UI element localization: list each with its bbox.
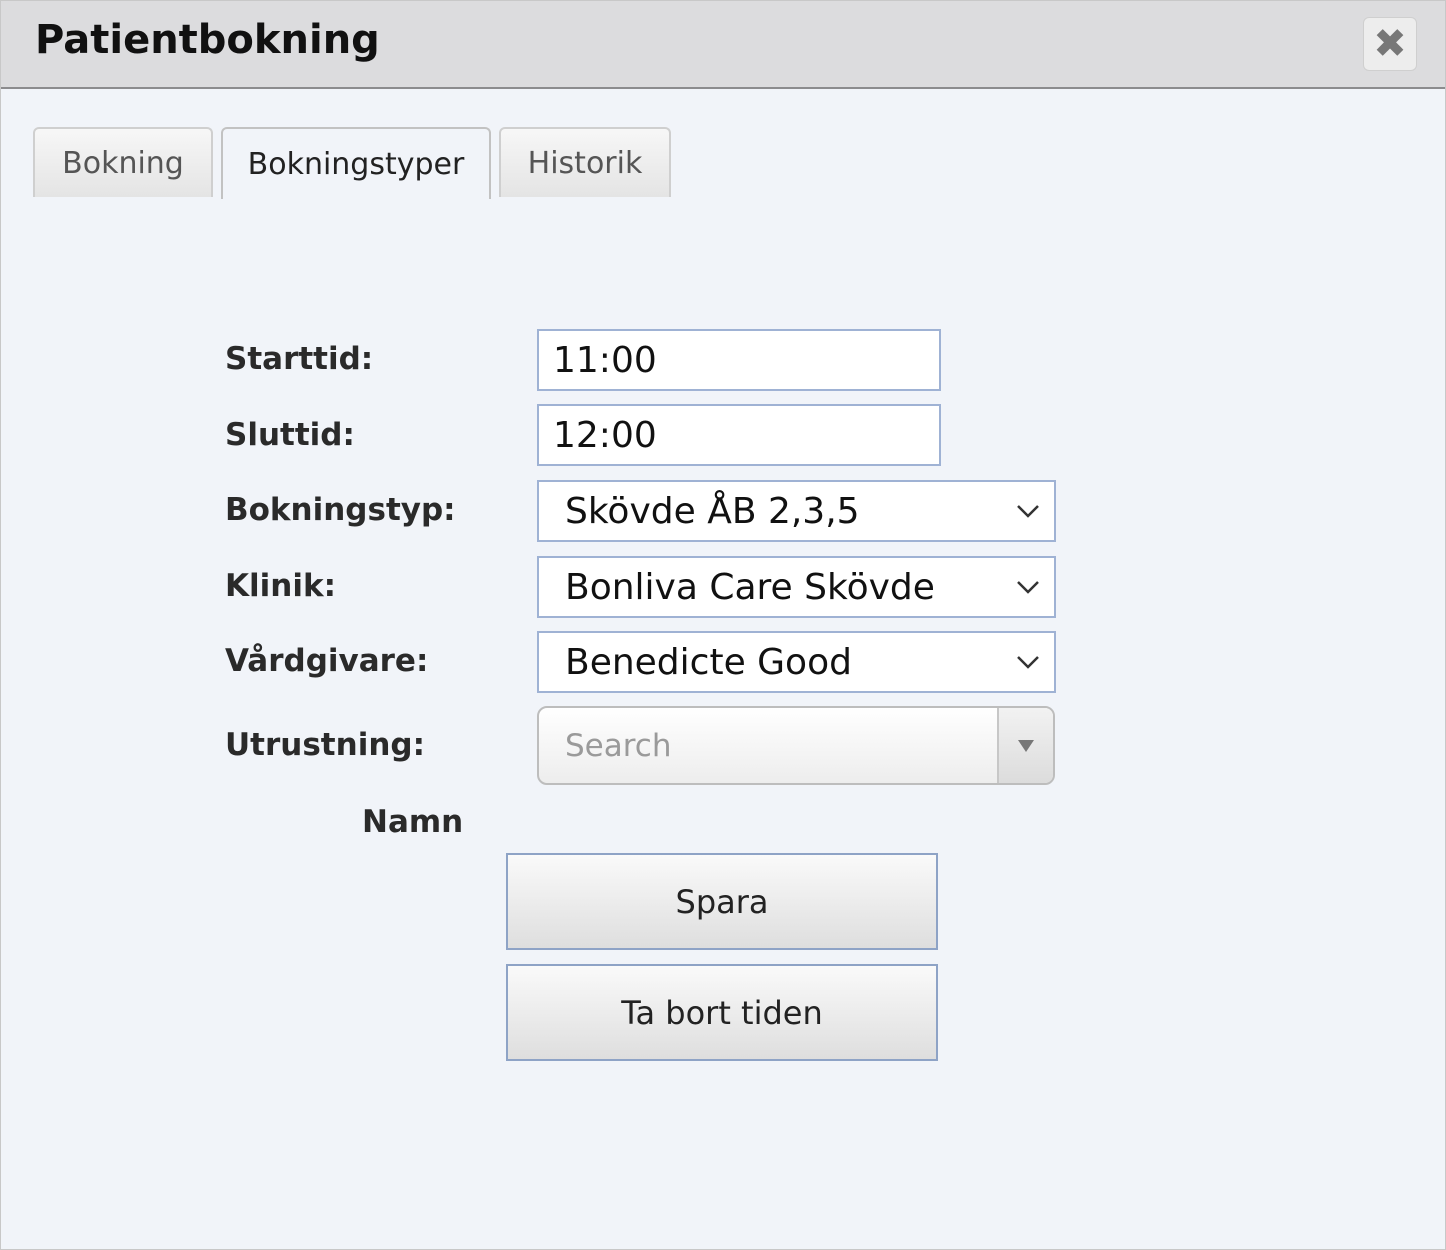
- klinik-label: Klinik:: [225, 568, 336, 604]
- sluttid-input[interactable]: 12:00: [537, 404, 941, 466]
- klinik-select[interactable]: Bonliva Care Skövde: [537, 556, 1056, 618]
- save-button[interactable]: Spara: [506, 853, 938, 950]
- utrustning-label: Utrustning:: [225, 727, 425, 763]
- namn-label: Namn: [362, 804, 464, 840]
- tab-label: Historik: [527, 145, 643, 181]
- starttid-input[interactable]: 11:00: [537, 329, 941, 391]
- close-icon: ✖: [1373, 21, 1407, 67]
- utrustning-search-select[interactable]: Search: [537, 706, 1055, 785]
- tab-historik[interactable]: Historik: [499, 127, 671, 197]
- patient-booking-dialog: Patientbokning ✖ Bokning Bokningstyper H…: [0, 0, 1446, 1250]
- tab-label: Bokningstyper: [247, 146, 465, 182]
- triangle-down-icon: [1018, 739, 1034, 752]
- starttid-value: 11:00: [553, 339, 657, 381]
- bokningstyp-label: Bokningstyp:: [225, 492, 456, 528]
- bokningstyp-value: Skövde ÅB 2,3,5: [565, 490, 860, 532]
- klinik-value: Bonliva Care Skövde: [565, 566, 935, 608]
- close-button[interactable]: ✖: [1363, 17, 1417, 71]
- vardgivare-value: Benedicte Good: [565, 641, 852, 683]
- chevron-down-icon: [1017, 656, 1039, 669]
- dropdown-toggle[interactable]: [997, 708, 1053, 783]
- delete-time-button[interactable]: Ta bort tiden: [506, 964, 938, 1061]
- starttid-label: Starttid:: [225, 341, 374, 377]
- tab-bokningstyper[interactable]: Bokningstyper: [221, 127, 491, 199]
- dialog-title: Patientbokning: [35, 17, 380, 63]
- tab-bokning[interactable]: Bokning: [33, 127, 213, 197]
- dialog-titlebar: Patientbokning ✖: [1, 1, 1445, 89]
- vardgivare-select[interactable]: Benedicte Good: [537, 631, 1056, 693]
- bokningstyp-select[interactable]: Skövde ÅB 2,3,5: [537, 480, 1056, 542]
- sluttid-label: Sluttid:: [225, 417, 355, 453]
- chevron-down-icon: [1017, 581, 1039, 594]
- vardgivare-label: Vårdgivare:: [225, 643, 429, 679]
- sluttid-value: 12:00: [553, 414, 657, 456]
- tab-label: Bokning: [62, 145, 184, 181]
- chevron-down-icon: [1017, 505, 1039, 518]
- utrustning-placeholder: Search: [565, 728, 672, 764]
